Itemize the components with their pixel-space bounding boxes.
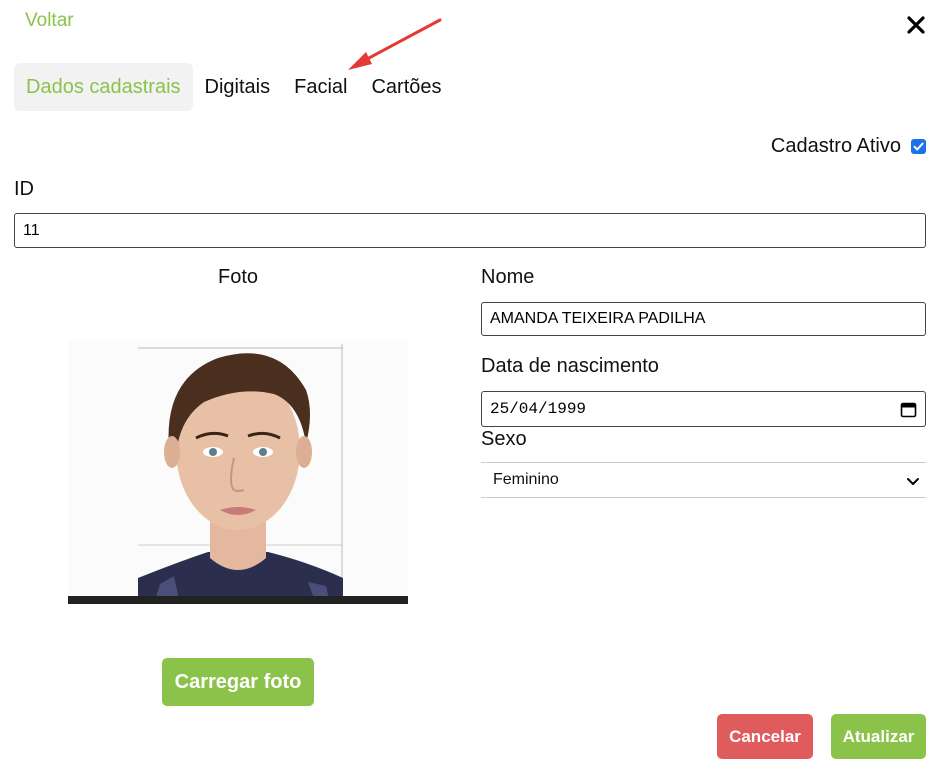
sex-select[interactable]: Feminino	[481, 462, 926, 498]
id-value: 11	[23, 221, 40, 239]
photo-preview	[68, 340, 408, 604]
photo-baseline	[68, 596, 408, 604]
tab-digitais[interactable]: Digitais	[193, 63, 283, 111]
back-link[interactable]: Voltar	[25, 10, 74, 32]
birthdate-label: Data de nascimento	[481, 355, 659, 377]
checkmark-icon	[913, 142, 924, 151]
sex-value: Feminino	[493, 471, 559, 488]
update-button[interactable]: Atualizar	[831, 714, 926, 759]
name-field[interactable]: AMANDA TEIXEIRA PADILHA	[481, 302, 926, 336]
birthdate-field[interactable]: 25/04/1999	[481, 391, 926, 427]
id-field[interactable]: 11	[14, 213, 926, 248]
id-label: ID	[14, 178, 34, 200]
edit-person-dialog: Voltar Dados cadastrais Digitais Facial …	[0, 0, 926, 768]
cancel-button[interactable]: Cancelar	[717, 714, 813, 759]
tab-bar: Dados cadastrais Digitais Facial Cartões	[14, 63, 454, 111]
sex-label: Sexo	[481, 428, 527, 450]
chevron-down-icon	[907, 478, 919, 485]
close-icon	[907, 16, 925, 34]
upload-photo-button[interactable]: Carregar foto	[162, 658, 314, 706]
birthdate-value: 25/04/1999	[490, 400, 587, 418]
portrait-image	[68, 340, 408, 604]
active-label: Cadastro Ativo	[770, 135, 901, 157]
name-label: Nome	[481, 266, 535, 288]
active-checkbox[interactable]	[911, 139, 926, 154]
active-toggle-row: Cadastro Ativo	[771, 135, 926, 158]
tab-facial[interactable]: Facial	[282, 63, 359, 111]
close-button[interactable]	[903, 12, 926, 38]
calendar-icon[interactable]	[900, 401, 917, 418]
tab-dados-cadastrais[interactable]: Dados cadastrais	[14, 63, 193, 111]
photo-label: Foto	[218, 266, 259, 288]
tab-cartoes[interactable]: Cartões	[359, 63, 453, 111]
name-value: AMANDA TEIXEIRA PADILHA	[490, 310, 706, 327]
